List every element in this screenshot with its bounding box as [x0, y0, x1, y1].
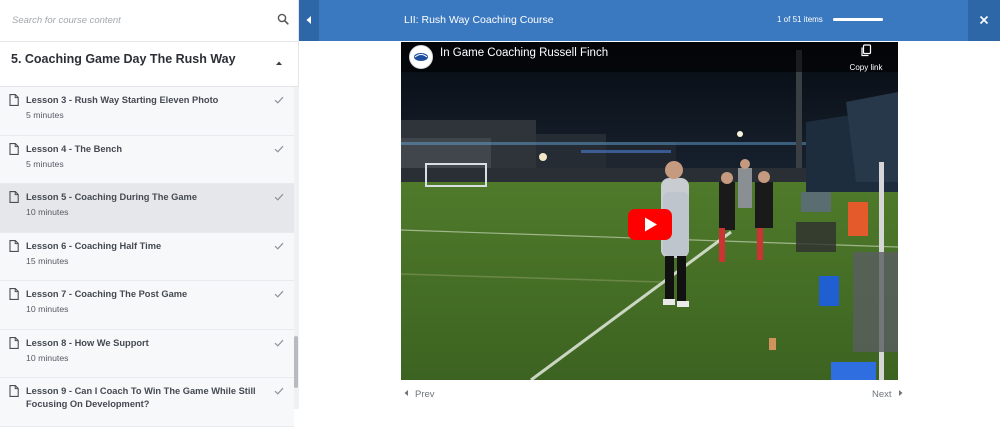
chevron-left-icon — [306, 16, 311, 24]
search-bar — [0, 0, 298, 42]
checkmark-icon — [274, 145, 284, 153]
checkmark-icon — [274, 290, 284, 298]
scrollbar-thumb[interactable] — [294, 336, 298, 388]
prev-button[interactable]: Prev — [403, 389, 435, 400]
search-input[interactable] — [12, 11, 262, 29]
close-button[interactable] — [968, 0, 1000, 41]
document-icon — [9, 239, 19, 252]
section-header[interactable]: 5. Coaching Game Day The Rush Way — [0, 42, 298, 87]
lesson-title: Lesson 7 - Coaching The Post Game — [26, 289, 188, 299]
lesson-duration: 10 minutes — [26, 304, 69, 314]
lesson-item-active[interactable]: Lesson 5 - Coaching During The Game 10 m… — [0, 184, 294, 233]
document-icon — [9, 336, 19, 349]
lesson-duration: 10 minutes — [26, 352, 69, 363]
progress-bar — [833, 18, 883, 21]
lesson-list: Lesson 3 - Rush Way Starting Eleven Phot… — [0, 87, 294, 427]
checkmark-icon — [274, 242, 284, 250]
checkmark-icon — [274, 193, 284, 201]
lesson-title: Lesson 5 - Coaching During The Game — [26, 192, 197, 202]
document-icon — [9, 142, 19, 155]
next-label: Next — [872, 389, 892, 400]
copy-link-button[interactable]: Copy link — [841, 44, 891, 72]
close-icon — [979, 15, 989, 25]
lesson-item[interactable]: Lesson 6 - Coaching Half Time 15 minutes — [0, 232, 294, 281]
chevron-up-icon[interactable] — [274, 59, 284, 67]
lesson-title: Lesson 9 - Can I Coach To Win The Game W… — [26, 386, 256, 409]
copy-icon — [861, 44, 872, 57]
section-title: 5. Coaching Game Day The Rush Way — [11, 52, 236, 66]
lesson-title: Lesson 8 - How We Support — [26, 337, 149, 348]
document-icon — [9, 385, 19, 397]
course-title: LII: Rush Way Coaching Course — [404, 14, 554, 26]
checkmark-icon — [274, 96, 284, 104]
lesson-item[interactable]: Lesson 7 - Coaching The Post Game 10 min… — [0, 281, 294, 330]
checkmark-icon — [274, 387, 284, 395]
collapse-sidebar-button[interactable] — [299, 0, 319, 41]
youtube-play-icon[interactable] — [628, 209, 672, 240]
progress-bar-fill — [833, 18, 883, 21]
item-counter: 1 of 51 items — [777, 15, 823, 24]
lesson-item[interactable]: Lesson 4 - The Bench 5 minutes — [0, 135, 294, 184]
checkmark-icon — [274, 339, 284, 347]
lesson-item[interactable]: Lesson 3 - Rush Way Starting Eleven Phot… — [0, 87, 294, 136]
lesson-duration: 5 minutes — [26, 110, 64, 120]
video-title[interactable]: In Game Coaching Russell Finch — [440, 47, 608, 59]
lesson-title: Lesson 6 - Coaching Half Time — [26, 240, 162, 251]
chevron-right-icon — [898, 390, 903, 396]
prev-label: Prev — [415, 389, 435, 400]
lesson-title: Lesson 3 - Rush Way Starting Eleven Phot… — [26, 95, 219, 105]
next-button[interactable]: Next — [872, 389, 904, 400]
search-icon[interactable] — [276, 12, 290, 26]
document-icon — [9, 288, 19, 300]
document-icon — [9, 191, 19, 203]
document-icon — [9, 94, 19, 106]
lesson-item[interactable]: Lesson 9 - Can I Coach To Win The Game W… — [0, 378, 294, 427]
course-sidebar: 5. Coaching Game Day The Rush Way Lesson… — [0, 0, 299, 427]
chevron-left-icon — [404, 390, 408, 396]
lesson-duration: 10 minutes — [26, 207, 69, 217]
lesson-title: Lesson 4 - The Bench — [26, 143, 123, 154]
video-player[interactable]: In Game Coaching Russell Finch Copy link — [401, 42, 898, 380]
lesson-item[interactable]: Lesson 8 - How We Support 10 minutes — [0, 329, 294, 378]
lesson-duration: 15 minutes — [26, 255, 69, 266]
lesson-duration: 5 minutes — [26, 158, 64, 169]
copy-link-label: Copy link — [849, 63, 883, 72]
channel-logo[interactable] — [409, 45, 433, 69]
